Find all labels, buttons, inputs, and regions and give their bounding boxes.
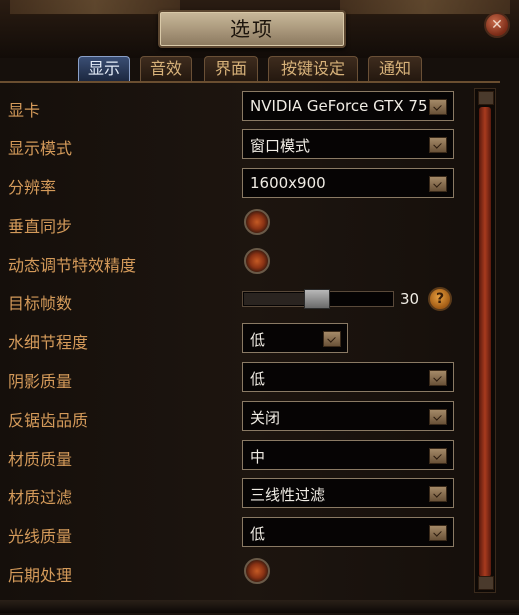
water-detail-select[interactable]: 低 [242, 323, 348, 353]
tab-interface[interactable]: 界面 [204, 56, 258, 81]
target-fps-slider[interactable] [242, 289, 394, 309]
select-value: 低 [250, 370, 266, 388]
setting-label: 阴影质量 [8, 372, 73, 391]
window-title: 选项 [158, 10, 346, 48]
setting-row-texture-filter: 材质过滤 三线性过滤 [0, 478, 470, 512]
setting-row-target-fps: 目标帧数 30 ? [0, 284, 470, 318]
setting-label: 后期处理 [8, 566, 73, 585]
setting-label: 动态调节特效精度 [8, 256, 137, 275]
texture-filter-select[interactable]: 三线性过滤 [242, 478, 454, 508]
dynamic-quality-toggle[interactable] [244, 248, 270, 274]
setting-label: 材质过滤 [8, 488, 73, 507]
dropdown-arrow-icon[interactable] [323, 331, 341, 347]
setting-label: 显卡 [8, 101, 41, 120]
scroll-up-arrow-icon[interactable] [478, 91, 494, 105]
setting-row-post-processing: 后期处理 [0, 556, 470, 590]
dropdown-arrow-icon[interactable] [429, 486, 447, 502]
tab-sound[interactable]: 音效 [140, 56, 192, 81]
setting-row-display-mode: 显示模式 窗口模式 [0, 129, 470, 163]
setting-label: 垂直同步 [8, 217, 73, 236]
post-processing-toggle[interactable] [244, 558, 270, 584]
select-value: 三线性过滤 [250, 486, 326, 504]
scroll-thumb[interactable] [479, 107, 491, 577]
tab-keybindings[interactable]: 按键设定 [268, 56, 358, 81]
setting-row-shadow-quality: 阴影质量 低 [0, 362, 470, 396]
dropdown-arrow-icon[interactable] [429, 137, 447, 153]
vsync-toggle[interactable] [244, 209, 270, 235]
shadow-quality-select[interactable]: 低 [242, 362, 454, 392]
setting-row-gpu: 显卡 NVIDIA GeForce GTX 750 [0, 91, 470, 125]
dropdown-arrow-icon[interactable] [429, 525, 447, 541]
setting-row-resolution: 分辨率 1600x900 [0, 168, 470, 202]
tab-display[interactable]: 显示 [78, 56, 130, 81]
dropdown-arrow-icon[interactable] [429, 176, 447, 192]
gpu-select[interactable]: NVIDIA GeForce GTX 750 [242, 91, 454, 121]
setting-row-antialiasing: 反锯齿品质 关闭 [0, 401, 470, 435]
select-value: NVIDIA GeForce GTX 750 [250, 97, 428, 115]
setting-label: 显示模式 [8, 139, 73, 158]
window-footer [0, 600, 519, 613]
resolution-select[interactable]: 1600x900 [242, 168, 454, 198]
select-value: 关闭 [250, 409, 281, 427]
dropdown-arrow-icon[interactable] [429, 99, 447, 115]
antialiasing-select[interactable]: 关闭 [242, 401, 454, 431]
slider-thumb[interactable] [303, 289, 330, 309]
setting-label: 水细节程度 [8, 333, 89, 352]
select-value: 低 [250, 525, 266, 543]
setting-row-lighting-quality: 光线质量 低 [0, 517, 470, 551]
setting-row-water-detail: 水细节程度 低 [0, 323, 470, 357]
slider-fill [244, 293, 304, 305]
setting-row-dynamic-quality: 动态调节特效精度 [0, 246, 470, 280]
texture-quality-select[interactable]: 中 [242, 440, 454, 470]
tab-notifications[interactable]: 通知 [368, 56, 422, 81]
select-value: 1600x900 [250, 174, 326, 192]
select-value: 窗口模式 [250, 137, 311, 155]
setting-label: 材质质量 [8, 450, 73, 469]
dropdown-arrow-icon[interactable] [429, 448, 447, 464]
select-value: 中 [250, 448, 266, 466]
lighting-quality-select[interactable]: 低 [242, 517, 454, 547]
display-mode-select[interactable]: 窗口模式 [242, 129, 454, 159]
dropdown-arrow-icon[interactable] [429, 370, 447, 386]
slider-value: 30 [400, 290, 420, 308]
close-icon[interactable]: ✕ [484, 12, 510, 38]
dropdown-arrow-icon[interactable] [429, 409, 447, 425]
settings-scrollbar[interactable] [474, 88, 496, 593]
header-ornament [340, 0, 510, 15]
setting-row-texture-quality: 材质质量 中 [0, 440, 470, 474]
setting-label: 反锯齿品质 [8, 411, 89, 430]
setting-label: 目标帧数 [8, 294, 73, 313]
setting-row-vsync: 垂直同步 [0, 207, 470, 241]
header-ornament [10, 0, 180, 15]
help-icon[interactable]: ? [428, 287, 452, 311]
setting-label: 光线质量 [8, 527, 73, 546]
scroll-down-arrow-icon[interactable] [478, 576, 494, 590]
setting-label: 分辨率 [8, 178, 57, 197]
